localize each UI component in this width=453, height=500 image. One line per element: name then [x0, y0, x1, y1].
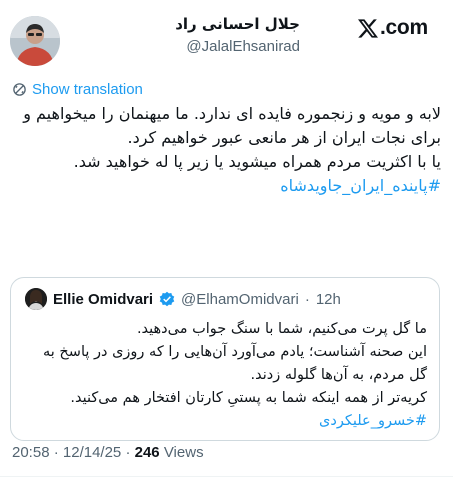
- author-handle[interactable]: @JalalEhsanirad: [175, 37, 300, 57]
- views-label: Views: [163, 444, 204, 461]
- x-brand[interactable]: .com: [358, 16, 428, 40]
- author-photo: [10, 16, 60, 66]
- quoted-line: کریه‌تر از همه اینکه شما به پستیِ کارتان…: [70, 390, 427, 406]
- quoted-tweet-text: ما گل پرت می‌کنیم، شما با سنگ جواب می‌ده…: [21, 318, 427, 433]
- tweet-line: لابه و مویه و زنجموره فایده ای ندارد. ما…: [23, 104, 441, 147]
- quoted-author-name[interactable]: Ellie Omidvari: [53, 291, 153, 308]
- post-date[interactable]: 12/14/25: [63, 444, 121, 461]
- tweet-header: جلال احسانی راد @JalalEhsanirad .com: [0, 0, 453, 72]
- x-logo-icon: [358, 18, 378, 38]
- post-time[interactable]: 20:58: [12, 444, 50, 461]
- author-info: جلال احسانی راد @JalalEhsanirad: [175, 14, 300, 57]
- brand-suffix: .com: [380, 16, 428, 39]
- quoted-separator: ·: [304, 290, 310, 308]
- show-translation-link[interactable]: Show translation: [12, 81, 143, 98]
- quoted-tweet[interactable]: Ellie Omidvari @ElhamOmidvari · 12h ما گ…: [10, 277, 440, 441]
- quoted-hashtag[interactable]: #خسرو_علیکردی: [21, 410, 427, 433]
- tweet-footer: 20:58 · 12/14/25 · 246 Views: [12, 444, 204, 461]
- verified-badge-icon: [159, 291, 175, 307]
- author-avatar[interactable]: [10, 16, 60, 66]
- views-count: 246: [134, 444, 160, 461]
- quoted-time[interactable]: 12h: [316, 291, 341, 308]
- quoted-author-avatar[interactable]: [25, 288, 47, 310]
- tweet-line: یا با اکثریت مردم همراه میشوید یا زیر پا…: [73, 152, 441, 171]
- quoted-tweet-header: Ellie Omidvari @ElhamOmidvari · 12h: [25, 288, 341, 310]
- translate-icon: [13, 83, 26, 96]
- quoted-line: این صحنه آشناست؛ یادم می‌آورد آن‌هایی را…: [43, 344, 427, 383]
- quoted-line: ما گل پرت می‌کنیم، شما با سنگ جواب می‌ده…: [136, 321, 427, 337]
- tweet-text: لابه و مویه و زنجموره فایده ای ندارد. ما…: [10, 102, 441, 198]
- footer-separator: ·: [125, 444, 131, 461]
- quoted-author-photo: [25, 288, 47, 310]
- show-translation-label: Show translation: [32, 81, 143, 98]
- tweet-hashtag[interactable]: #پاینده_ایران_جاویدشاه: [10, 174, 441, 198]
- quoted-author-handle[interactable]: @ElhamOmidvari: [181, 291, 299, 308]
- footer-separator: ·: [53, 444, 59, 461]
- author-name[interactable]: جلال احسانی راد: [175, 14, 300, 34]
- footer-divider: [0, 476, 453, 477]
